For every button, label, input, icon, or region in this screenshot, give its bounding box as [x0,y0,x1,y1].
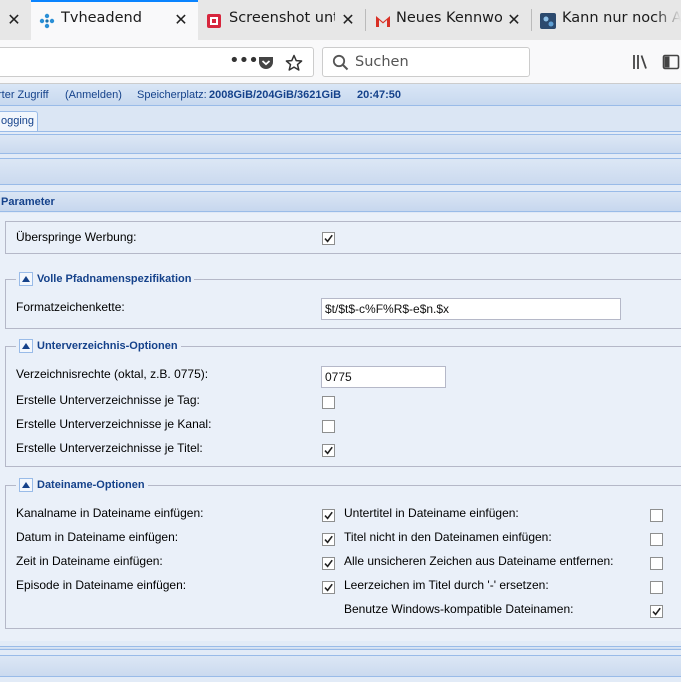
date-in-filename-checkbox[interactable] [322,533,335,546]
tvheadend-app: rter Zugriff (Anmelden) Speicherplatz: 2… [0,84,681,682]
page-actions-icon[interactable]: ••• [229,52,259,70]
skip-commercials-checkbox[interactable] [322,232,335,245]
collapse-toggle[interactable] [19,272,33,286]
tab-title: Neues Kennwort [396,10,502,26]
close-icon[interactable]: ✕ [6,12,22,28]
time-in-filename-checkbox[interactable] [322,557,335,570]
subdir-legend: Unterverzeichnis-Optionen [16,338,181,354]
replace-spaces-checkbox[interactable] [650,581,663,594]
checkmark-icon [324,559,333,568]
bookmark-star-icon[interactable] [285,54,303,72]
access-text: rter Zugriff [0,89,49,101]
channel-in-filename-label: Kanalname in Dateiname einfügen: [16,506,204,520]
url-bar[interactable]: ••• [0,47,314,77]
format-string-label: Formatzeichenkette: [16,300,125,314]
close-icon[interactable]: ✕ [173,12,189,28]
search-placeholder: Suchen [355,54,409,70]
screenshot-icon [207,14,221,28]
panel-title: Parameter [0,192,681,212]
storage-value: 2008GiB/204GiB/3621GiB [209,89,342,101]
search-icon [332,54,349,71]
subdir-per-channel-label: Erstelle Unterverzeichnisse je Kanal: [16,417,212,431]
dir-permissions-label: Verzeichnisrechte (oktal, z.B. 0775): [16,367,209,381]
date-in-filename-label: Datum in Dateiname einfügen: [16,530,179,544]
subdir-legend-title: Unterverzeichnis-Optionen [37,340,178,352]
sidebar-icon[interactable] [662,53,680,71]
tab-partial[interactable]: ✕ [0,0,31,40]
filename-legend-title: Dateiname-Optionen [37,479,145,491]
toolbar-band [0,134,681,154]
episode-in-filename-label: Episode in Dateiname einfügen: [16,578,187,592]
tab-title: Tvheadend [61,10,142,26]
omit-title-checkbox[interactable] [650,533,663,546]
collapse-arrow-icon [22,343,30,349]
subdir-per-title-label: Erstelle Unterverzeichnisse je Titel: [16,441,203,455]
subdir-per-day-label: Erstelle Unterverzeichnisse je Tag: [16,393,200,407]
dir-permissions-input[interactable]: 0775 [321,366,446,388]
checkmark-icon [324,511,333,520]
skip-commercials-label: Überspringe Werbung: [16,230,137,244]
checkmark-icon [324,234,333,243]
omit-title-label: Titel nicht in den Dateinamen einfügen: [344,530,552,544]
library-icon[interactable] [631,53,649,71]
channel-in-filename-checkbox[interactable] [322,509,335,522]
checkmark-icon [324,583,333,592]
tab-title: Screenshot unter [229,10,335,26]
subdir-per-title-checkbox[interactable] [322,444,335,457]
subdir-per-channel-checkbox[interactable] [322,420,335,433]
path-fieldset: Volle Pfadnamenspezifikation Formatzeich… [5,271,681,329]
subtitle-in-filename-label: Untertitel in Dateiname einfügen: [344,506,519,520]
collapse-arrow-icon [22,276,30,282]
checkmark-icon [652,607,661,616]
browser-nav-bar: ••• Suchen [0,40,681,84]
subtitle-in-filename-checkbox[interactable] [650,509,663,522]
close-icon[interactable]: ✕ [506,12,522,28]
path-legend: Volle Pfadnamenspezifikation [16,271,195,287]
gmail-icon [376,16,390,27]
tvheadend-icon [39,13,55,29]
windows-compatible-label: Benutze Windows-kompatible Dateinamen: [344,602,574,616]
time-in-filename-label: Zeit in Dateiname einfügen: [16,554,163,568]
remove-unsafe-chars-label: Alle unsicheren Zeichen aus Dateiname en… [344,554,614,568]
subdir-fieldset: Unterverzeichnis-Optionen Verzeichnisrec… [5,338,681,467]
forum-icon [540,13,556,29]
tab-tvheadend[interactable]: Tvheadend ✕ [31,0,198,40]
replace-spaces-label: Leerzeichen im Titel durch '-' ersetzen: [344,578,549,592]
clock-time: 20:47:50 [357,89,402,101]
parameter-panel: Parameter Überspringe Werbung: Volle Pfa… [0,191,681,641]
tab-gmail[interactable]: Neues Kennwort ✕ [366,0,532,40]
remove-unsafe-chars-checkbox[interactable] [650,557,663,570]
tab-screenshot[interactable]: Screenshot unter ✕ [198,0,366,40]
episode-in-filename-checkbox[interactable] [322,581,335,594]
collapse-arrow-icon [22,482,30,488]
filename-legend: Dateiname-Optionen [16,477,148,493]
format-string-input[interactable]: $t/$t$-c%F%R$-e$n.$x [321,298,621,320]
collapse-toggle[interactable] [19,478,33,492]
pocket-icon[interactable] [257,54,275,72]
browser-tab-bar: ✕ Tvheadend ✕ Screenshot unter ✕ Neues K… [0,0,681,40]
tab-forum[interactable]: Kann nur noch Ar [532,0,681,40]
checkmark-icon [324,446,333,455]
status-bar: rter Zugriff (Anmelden) Speicherplatz: 2… [0,84,681,106]
storage-label: Speicherplatz: [137,89,207,101]
subtab-strip: ogging [0,106,681,132]
general-fieldset: Überspringe Werbung: [5,221,681,254]
toolbar-band [0,158,681,185]
login-link[interactable]: (Anmelden) [65,89,122,101]
tab-logging[interactable]: ogging [0,111,38,131]
panel-body: Überspringe Werbung: Volle Pfadnamenspez… [0,213,681,641]
toolbar-band [0,655,681,677]
path-legend-title: Volle Pfadnamenspezifikation [37,273,192,285]
close-icon[interactable]: ✕ [340,12,356,28]
subdir-per-day-checkbox[interactable] [322,396,335,409]
search-input[interactable]: Suchen [322,47,530,77]
checkmark-icon [324,535,333,544]
toolbar-band [0,646,681,650]
filename-fieldset: Dateiname-Optionen Kanalname in Dateinam… [5,477,681,629]
windows-compatible-checkbox[interactable] [650,605,663,618]
collapse-toggle[interactable] [19,339,33,353]
tab-fade [655,0,681,40]
